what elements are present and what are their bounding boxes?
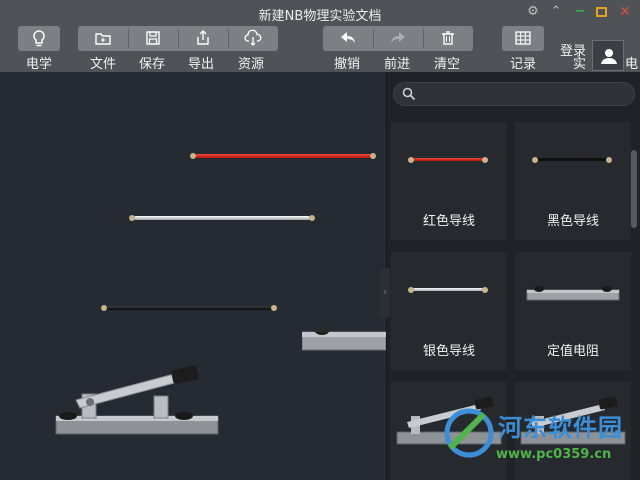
window-title: 新建NB物理实验文档 bbox=[258, 9, 382, 24]
black-wire[interactable] bbox=[101, 305, 277, 311]
file-button[interactable] bbox=[78, 26, 128, 51]
save-button[interactable] bbox=[128, 26, 178, 51]
experiment-label-clipped: 实 bbox=[573, 57, 587, 72]
redo-button[interactable] bbox=[373, 26, 423, 51]
search-input[interactable] bbox=[420, 85, 625, 103]
folder-icon bbox=[95, 33, 111, 45]
file-toolbar-group bbox=[78, 26, 278, 51]
maximize-button[interactable] bbox=[594, 4, 610, 20]
search-icon bbox=[402, 87, 416, 101]
maximize-icon bbox=[596, 7, 607, 17]
component-card-fixed-resistor[interactable]: 定值电阻 bbox=[515, 252, 631, 370]
resistor-icon bbox=[526, 286, 620, 301]
redo-arrow-icon bbox=[391, 32, 405, 43]
component-card-silver-wire[interactable]: 银色导线 bbox=[391, 252, 507, 370]
minimize-button[interactable]: − bbox=[572, 4, 588, 20]
save-icon bbox=[146, 31, 160, 45]
silver-wire[interactable] bbox=[129, 215, 315, 221]
component-card-red-wire[interactable]: 红色导线 bbox=[391, 122, 507, 240]
fixed-resistor[interactable] bbox=[302, 322, 386, 352]
electricity-label: 电学 bbox=[25, 57, 52, 72]
silver-wire-icon bbox=[391, 252, 507, 328]
resources-button[interactable] bbox=[228, 26, 278, 51]
undo-button[interactable] bbox=[323, 26, 373, 51]
search-box bbox=[393, 82, 635, 106]
electricity-tab-clipped[interactable]: 电 bbox=[625, 53, 638, 72]
export-icon bbox=[197, 30, 209, 45]
watermark-logo-icon bbox=[444, 408, 494, 458]
user-avatar-icon bbox=[601, 49, 617, 64]
panel-collapse-handle[interactable]: › bbox=[380, 268, 390, 318]
component-label: 银色导线 bbox=[422, 344, 475, 359]
black-wire-icon bbox=[515, 122, 631, 198]
red-wire[interactable] bbox=[190, 153, 376, 159]
component-label: 黑色导线 bbox=[546, 214, 599, 229]
clear-button[interactable] bbox=[423, 26, 473, 51]
toolbar: 电学 文件 保存 导出 资源 撤销 前进 清空 记录 bbox=[0, 26, 640, 72]
trash-icon bbox=[442, 31, 454, 45]
undo-arrow-icon bbox=[341, 32, 355, 43]
experiment-canvas[interactable] bbox=[0, 72, 386, 480]
export-button[interactable] bbox=[178, 26, 228, 51]
lightbulb-icon bbox=[33, 30, 45, 47]
title-bar: 新建NB物理实验文档 ⚙ ⌃ − ✕ bbox=[0, 0, 640, 26]
table-grid-icon bbox=[515, 31, 531, 45]
resources-label: 资源 bbox=[237, 57, 264, 72]
red-wire-icon bbox=[391, 122, 507, 198]
electricity-button[interactable] bbox=[18, 26, 60, 51]
edit-toolbar-group bbox=[323, 26, 473, 51]
knife-switch[interactable] bbox=[54, 364, 220, 438]
record-label: 记录 bbox=[509, 57, 536, 72]
component-card-black-wire[interactable]: 黑色导线 bbox=[515, 122, 631, 240]
clear-label: 清空 bbox=[433, 57, 460, 72]
watermark-url: www.pc0359.cn bbox=[496, 447, 612, 462]
panel-scrollbar[interactable] bbox=[631, 150, 637, 228]
watermark-name: 河东软件园 bbox=[498, 414, 623, 442]
component-label: 红色导线 bbox=[422, 214, 475, 229]
record-button[interactable] bbox=[502, 26, 544, 51]
chevron-up-icon[interactable]: ⌃ bbox=[548, 4, 564, 20]
component-label: 定值电阻 bbox=[546, 344, 599, 359]
gear-icon[interactable]: ⚙ bbox=[525, 4, 541, 20]
user-avatar[interactable] bbox=[592, 40, 624, 71]
cloud-download-icon bbox=[244, 29, 262, 46]
close-button[interactable]: ✕ bbox=[617, 4, 633, 20]
